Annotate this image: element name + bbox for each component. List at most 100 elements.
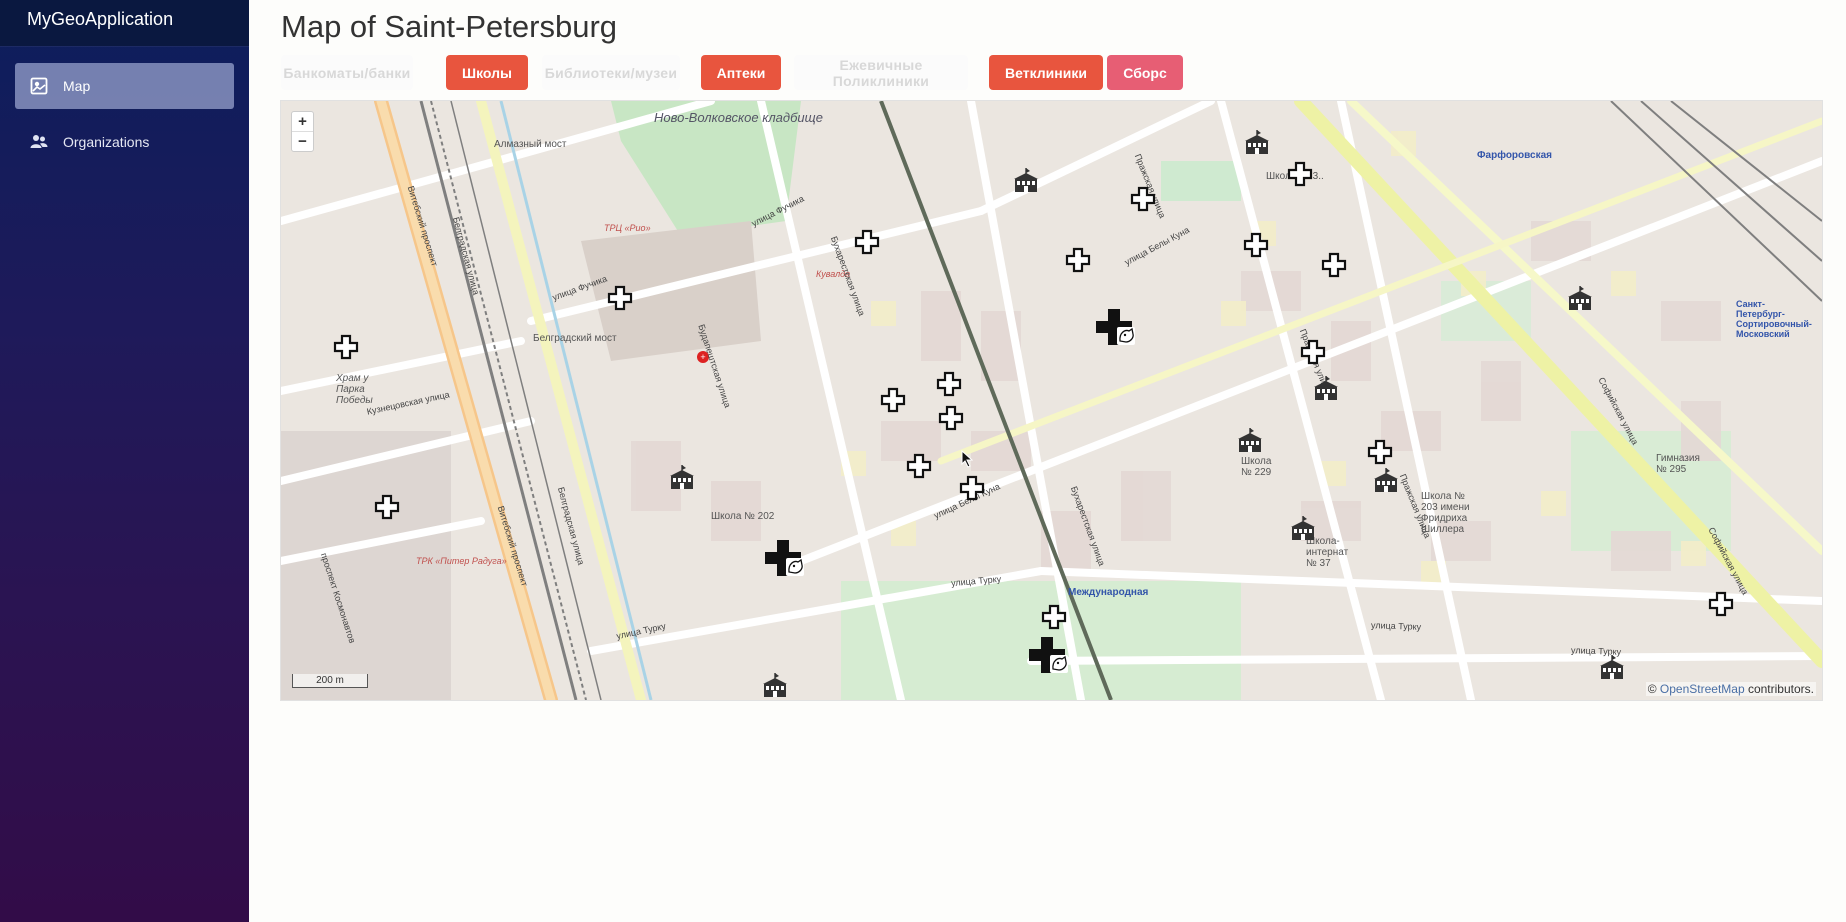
bridge-label: Белградский мост [533, 333, 617, 344]
school-icon [1568, 286, 1592, 310]
sidebar: MyGeoApplication Map Organizations [0, 0, 249, 922]
school-marker[interactable] [1372, 467, 1400, 498]
pharmacy-marker[interactable] [959, 475, 985, 506]
pharmacy-marker[interactable] [333, 334, 359, 365]
cross-icon [1367, 439, 1393, 465]
attribution-prefix: © [1647, 682, 1660, 696]
station-label: Фарфоровская [1477, 150, 1553, 161]
filter-vet-clinics-button[interactable]: Ветклиники [989, 55, 1103, 90]
cross-icon [607, 285, 633, 311]
school-icon [1291, 516, 1315, 540]
school-icon [1014, 168, 1038, 192]
school-marker[interactable] [1289, 515, 1317, 546]
pharmacy-marker[interactable] [854, 229, 880, 260]
school-label: Гимназия № 295 [1656, 453, 1700, 475]
school-icon [1600, 655, 1624, 679]
sidebar-item-organizations[interactable]: Organizations [15, 119, 234, 165]
scale-bar: 200 m [292, 674, 368, 688]
station-label: Санкт-Петербург-Сортировочный-Московский [1736, 299, 1812, 339]
pharmacy-marker[interactable] [607, 285, 633, 316]
sidebar-nav: Map Organizations [0, 46, 249, 165]
reset-button[interactable]: Сборс [1107, 55, 1183, 90]
mouse-cursor-icon [961, 449, 974, 473]
church-label: Храм у Парка Победы [336, 373, 373, 406]
school-label: Школа № 202 [711, 511, 775, 522]
school-label: Школа № 203 имени Фридриха Шиллера [1421, 491, 1470, 535]
street-label: улица Турку [1370, 620, 1422, 632]
cross-icon [959, 475, 985, 501]
vet-clinic-marker[interactable] [1095, 307, 1137, 354]
cross-icon [1130, 186, 1156, 212]
cross-icon [880, 387, 906, 413]
school-marker[interactable] [1566, 285, 1594, 316]
school-marker[interactable] [1236, 427, 1264, 458]
cross-icon [1041, 604, 1067, 630]
pharmacy-marker[interactable] [1287, 161, 1313, 192]
cross-icon [1065, 247, 1091, 273]
osm-link[interactable]: OpenStreetMap [1660, 682, 1745, 696]
school-icon [1245, 130, 1269, 154]
pharmacy-marker[interactable] [938, 405, 964, 436]
vet-cross-icon [1029, 637, 1068, 673]
filter-atms-button[interactable]: Банкоматы/банки [281, 55, 413, 90]
school-icon [670, 465, 694, 489]
vet-clinic-marker[interactable] [1028, 635, 1070, 682]
school-label: Школа № 229 [1241, 456, 1272, 478]
pharmacy-marker[interactable] [880, 387, 906, 418]
school-marker[interactable] [1598, 654, 1626, 685]
sidebar-item-map[interactable]: Map [15, 63, 234, 109]
cross-icon [333, 334, 359, 360]
pharmacy-marker[interactable] [1130, 186, 1156, 217]
station-label: Международная [1068, 587, 1149, 598]
zoom-in-button[interactable]: + [292, 112, 313, 131]
pharmacy-marker[interactable] [1708, 591, 1734, 622]
users-icon [30, 133, 48, 151]
vet-cross-icon [765, 540, 804, 576]
school-icon [1314, 376, 1338, 400]
cross-icon [854, 229, 880, 255]
pharmacy-marker[interactable] [906, 453, 932, 484]
pharmacy-marker[interactable] [1243, 232, 1269, 263]
school-marker[interactable] [1312, 375, 1340, 406]
school-icon [1238, 428, 1262, 452]
cross-icon [1321, 252, 1347, 278]
bridge-label: Алмазный мост [494, 139, 567, 150]
pharmacy-marker[interactable] [1065, 247, 1091, 278]
mall-label: ТРЦ «Рио» [604, 223, 651, 233]
cross-icon [374, 494, 400, 520]
pharmacy-marker[interactable] [1321, 252, 1347, 283]
sidebar-item-label: Organizations [63, 134, 150, 150]
map-attribution: © OpenStreetMap contributors. [1645, 682, 1816, 696]
cemetery-label: Ново-Волковское кладбище [654, 110, 823, 125]
mall-label: ТРК «Питер Радуга» [416, 556, 507, 566]
school-marker[interactable] [668, 464, 696, 495]
zoom-out-button[interactable]: − [292, 131, 313, 151]
map-icon [30, 77, 48, 95]
school-marker[interactable] [1243, 129, 1271, 160]
school-marker[interactable] [1012, 167, 1040, 198]
vet-clinic-marker[interactable] [764, 538, 806, 585]
school-icon [1374, 468, 1398, 492]
school-icon [763, 673, 787, 697]
map-container[interactable]: + Ново-Волковское кладбище Алмазный мост… [280, 100, 1823, 701]
attribution-suffix: contributors. [1744, 682, 1814, 696]
cross-icon [1243, 232, 1269, 258]
app-brand[interactable]: MyGeoApplication [0, 0, 249, 46]
pharmacy-marker[interactable] [1041, 604, 1067, 635]
school-marker[interactable] [761, 672, 789, 700]
filter-schools-button[interactable]: Школы [446, 55, 528, 90]
page-title: Map of Saint-Petersburg [281, 9, 618, 44]
filter-pharmacies-button[interactable]: Аптеки [701, 55, 781, 90]
pharmacy-marker[interactable] [1367, 439, 1393, 470]
sidebar-item-label: Map [63, 78, 91, 94]
pharmacy-marker[interactable] [374, 494, 400, 525]
cross-icon [1287, 161, 1313, 187]
pharmacy-marker[interactable] [1300, 339, 1326, 370]
cross-icon [906, 453, 932, 479]
pharmacy-marker[interactable] [936, 371, 962, 402]
filter-libraries-button[interactable]: Библиотеки/музеи [542, 55, 680, 90]
vet-cross-icon [1096, 309, 1135, 345]
cross-icon [1300, 339, 1326, 365]
filter-clinics-button[interactable]: Ежевичные Поликлиники [794, 55, 968, 90]
cross-icon [938, 405, 964, 431]
